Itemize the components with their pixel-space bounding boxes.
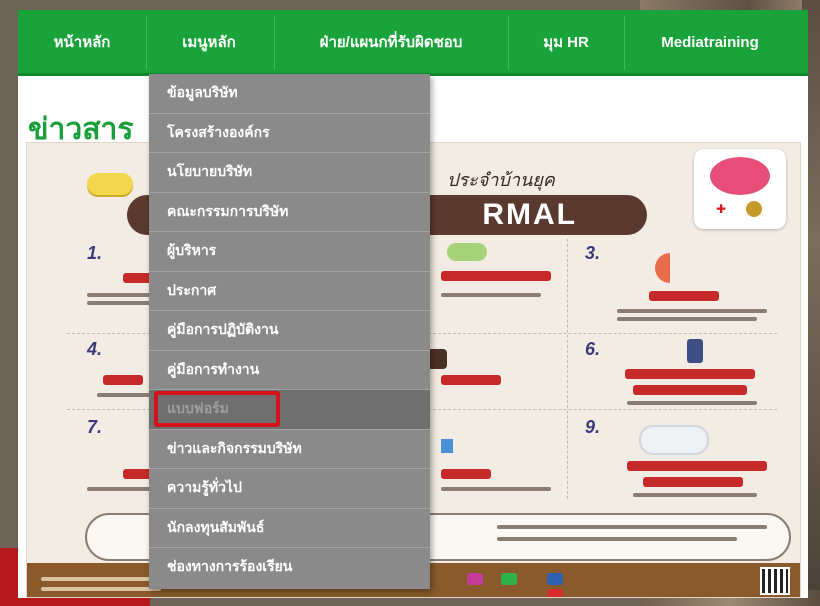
- menu-item-org-structure[interactable]: โครงสร้างองค์กร: [149, 114, 430, 153]
- menu-item-operations-manual[interactable]: คู่มือการปฏิบัติงาน: [149, 311, 430, 351]
- menu-item-investor-relations[interactable]: นักลงทุนสัมพันธ์: [149, 509, 430, 548]
- line-icon: [501, 573, 517, 585]
- menu-item-company-info[interactable]: ข้อมูลบริษัท: [149, 74, 430, 114]
- text-block: [441, 469, 491, 479]
- nav-hr-corner[interactable]: มุม HR: [514, 10, 618, 76]
- text-block: [441, 375, 501, 385]
- nav-home[interactable]: หน้าหลัก: [26, 10, 138, 76]
- capsule-icon: [447, 243, 487, 261]
- text-block: [627, 401, 757, 405]
- pill-icon: [87, 173, 133, 195]
- web-page: หน้าหลัก เมนูหลัก ฝ่าย/แผนกที่รับผิดชอบ …: [18, 10, 808, 598]
- text-block: [441, 271, 551, 281]
- menu-item-forms[interactable]: แบบฟอร์ม: [149, 390, 430, 430]
- plaster-icon: [655, 253, 685, 283]
- face-mask-icon: [639, 425, 709, 455]
- item-number: 6.: [585, 339, 601, 359]
- menu-item-executives[interactable]: ผู้บริหาร: [149, 232, 430, 272]
- seal-icon: [746, 201, 762, 217]
- item-number: 3.: [585, 243, 601, 263]
- nav-mediatraining[interactable]: Mediatraining: [630, 10, 790, 76]
- medicine-bottle-icon: [687, 339, 703, 363]
- text-block: [633, 493, 757, 497]
- bottle-icon: [427, 349, 447, 369]
- red-cross-icon: ✚: [716, 202, 727, 216]
- divider: [567, 239, 568, 499]
- menu-item-announcements[interactable]: ประกาศ: [149, 272, 430, 311]
- nav-main-menu[interactable]: เมนูหลัก: [150, 10, 268, 76]
- main-menu-dropdown: ข้อมูลบริษัท โครงสร้างองค์กร นโยบายบริษั…: [149, 74, 430, 589]
- menu-item-company-policy[interactable]: นโยบายบริษัท: [149, 153, 430, 193]
- text-block: [41, 577, 151, 581]
- text-block: [103, 375, 143, 385]
- poster-headline: ประจำบ้านยุค: [447, 170, 555, 191]
- qr-code: [760, 567, 790, 595]
- hospital-logo: ✚: [694, 149, 786, 229]
- menu-item-work-manual[interactable]: คู่มือการทำงาน: [149, 351, 430, 390]
- text-block: [97, 393, 157, 397]
- item-number: 7.: [87, 417, 103, 437]
- instagram-icon: [467, 573, 483, 585]
- item-number: 4.: [87, 339, 103, 359]
- text-block: [441, 487, 551, 491]
- text-block: [87, 301, 153, 305]
- text-block: [441, 293, 541, 297]
- facebook-icon: [547, 573, 563, 585]
- text-block: [627, 461, 767, 471]
- text-block: [41, 587, 161, 591]
- youtube-icon: [547, 589, 563, 597]
- text-block: [617, 309, 767, 313]
- menu-item-complaint-channel[interactable]: ช่องทางการร้องเรียน: [149, 548, 430, 588]
- logo-emblem-icon: [710, 157, 770, 195]
- nav-separator: [274, 16, 275, 70]
- sanitizer-icon: [441, 439, 453, 453]
- text-block: [643, 477, 743, 487]
- menu-item-board-of-directors[interactable]: คณะกรรมการบริษัท: [149, 193, 430, 232]
- text-block: [87, 293, 157, 297]
- text-block: [649, 291, 719, 301]
- menu-item-news-activities[interactable]: ข่าวและกิจกรรมบริษัท: [149, 430, 430, 469]
- text-block: [625, 369, 755, 379]
- text-block: [497, 537, 737, 541]
- menu-item-general-knowledge[interactable]: ความรู้ทั่วไป: [149, 469, 430, 509]
- nav-separator: [508, 16, 509, 70]
- text-block: [497, 525, 767, 529]
- item-number: 1.: [87, 243, 103, 263]
- nav-separator: [146, 16, 147, 70]
- item-number: 9.: [585, 417, 601, 437]
- text-block: [633, 385, 747, 395]
- text-block: [617, 317, 757, 321]
- nav-separator: [624, 16, 625, 70]
- text-block: [87, 487, 157, 491]
- main-navbar: หน้าหลัก เมนูหลัก ฝ่าย/แผนกที่รับผิดชอบ …: [18, 10, 808, 76]
- nav-departments[interactable]: ฝ่าย/แผนกที่รับผิดชอบ: [280, 10, 502, 76]
